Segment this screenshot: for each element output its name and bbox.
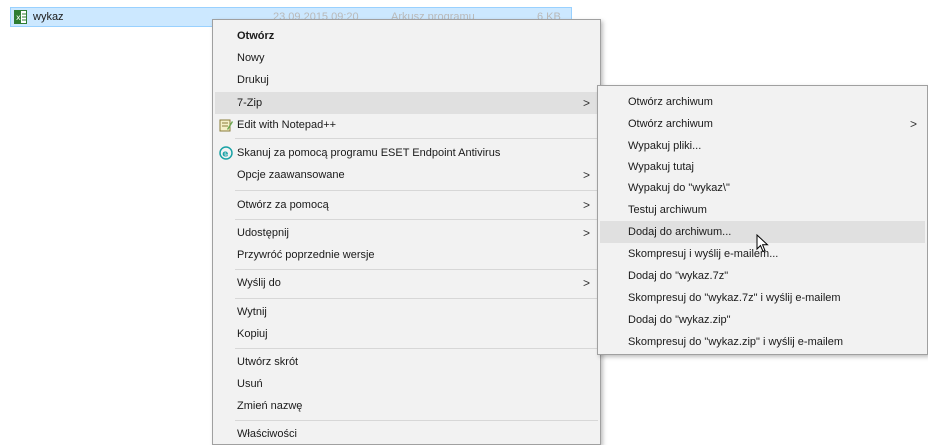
menu-item-rename[interactable]: Zmień nazwę: [215, 395, 598, 417]
menu-item-delete[interactable]: Usuń: [215, 373, 598, 395]
chevron-right-icon: >: [582, 198, 590, 212]
separator: [235, 298, 598, 299]
chevron-right-icon: >: [582, 168, 590, 182]
menu-item-copy[interactable]: Kopiuj: [215, 323, 598, 345]
mouse-pointer-icon: [756, 234, 769, 253]
menu-item-send-to[interactable]: Wyślij do >: [215, 272, 598, 294]
submenu-item-open-archive[interactable]: Otwórz archiwum: [600, 91, 925, 113]
7zip-submenu: Otwórz archiwum Otwórz archiwum > Wypaku…: [597, 85, 928, 355]
menu-item-cut[interactable]: Wytnij: [215, 301, 598, 323]
menu-item-open[interactable]: Otwórz: [215, 25, 598, 47]
submenu-item-compress-zip-and-email[interactable]: Skompresuj do "wykaz.zip" i wyślij e-mai…: [600, 331, 925, 353]
submenu-item-compress-7z-and-email[interactable]: Skompresuj do "wykaz.7z" i wyślij e-mail…: [600, 287, 925, 309]
separator: [235, 269, 598, 270]
separator: [235, 348, 598, 349]
eset-icon: e: [219, 146, 233, 160]
submenu-item-add-to-7z[interactable]: Dodaj do "wykaz.7z": [600, 265, 925, 287]
chevron-right-icon: >: [909, 117, 917, 131]
menu-item-create-shortcut[interactable]: Utwórz skrót: [215, 351, 598, 373]
context-menu: Otwórz Nowy Drukuj 7-Zip > Edit with Not…: [212, 19, 601, 445]
menu-item-7zip[interactable]: 7-Zip >: [215, 92, 598, 114]
submenu-item-open-archive-more[interactable]: Otwórz archiwum >: [600, 113, 925, 135]
submenu-item-extract-here[interactable]: Wypakuj tutaj: [600, 156, 925, 178]
menu-item-new[interactable]: Nowy: [215, 47, 598, 69]
separator: [235, 138, 598, 139]
chevron-right-icon: >: [582, 226, 590, 240]
menu-item-open-with[interactable]: Otwórz za pomocą >: [215, 194, 598, 216]
submenu-item-add-to-zip[interactable]: Dodaj do "wykaz.zip": [600, 309, 925, 331]
submenu-item-test-archive[interactable]: Testuj archiwum: [600, 199, 925, 221]
menu-item-eset-scan[interactable]: e Skanuj za pomocą programu ESET Endpoin…: [215, 142, 598, 164]
submenu-item-extract-files[interactable]: Wypakuj pliki...: [600, 135, 925, 157]
menu-item-share[interactable]: Udostępnij >: [215, 222, 598, 244]
menu-item-print[interactable]: Drukuj: [215, 69, 598, 91]
separator: [235, 420, 598, 421]
svg-text:x: x: [16, 13, 21, 22]
separator: [235, 190, 598, 191]
chevron-right-icon: >: [582, 96, 590, 110]
menu-item-notepadpp[interactable]: Edit with Notepad++: [215, 114, 598, 136]
notepad-plus-plus-icon: [219, 119, 233, 132]
menu-item-restore-previous-versions[interactable]: Przywróć poprzednie wersje: [215, 244, 598, 266]
submenu-item-extract-to-folder[interactable]: Wypakuj do "wykaz\": [600, 177, 925, 199]
file-name: wykaz: [33, 11, 64, 23]
menu-item-advanced-options[interactable]: Opcje zaawansowane >: [215, 164, 598, 186]
svg-text:e: e: [222, 150, 228, 160]
spreadsheet-file-icon: x: [14, 10, 27, 24]
chevron-right-icon: >: [582, 276, 590, 290]
menu-item-properties[interactable]: Właściwości: [215, 423, 598, 445]
separator: [235, 219, 598, 220]
